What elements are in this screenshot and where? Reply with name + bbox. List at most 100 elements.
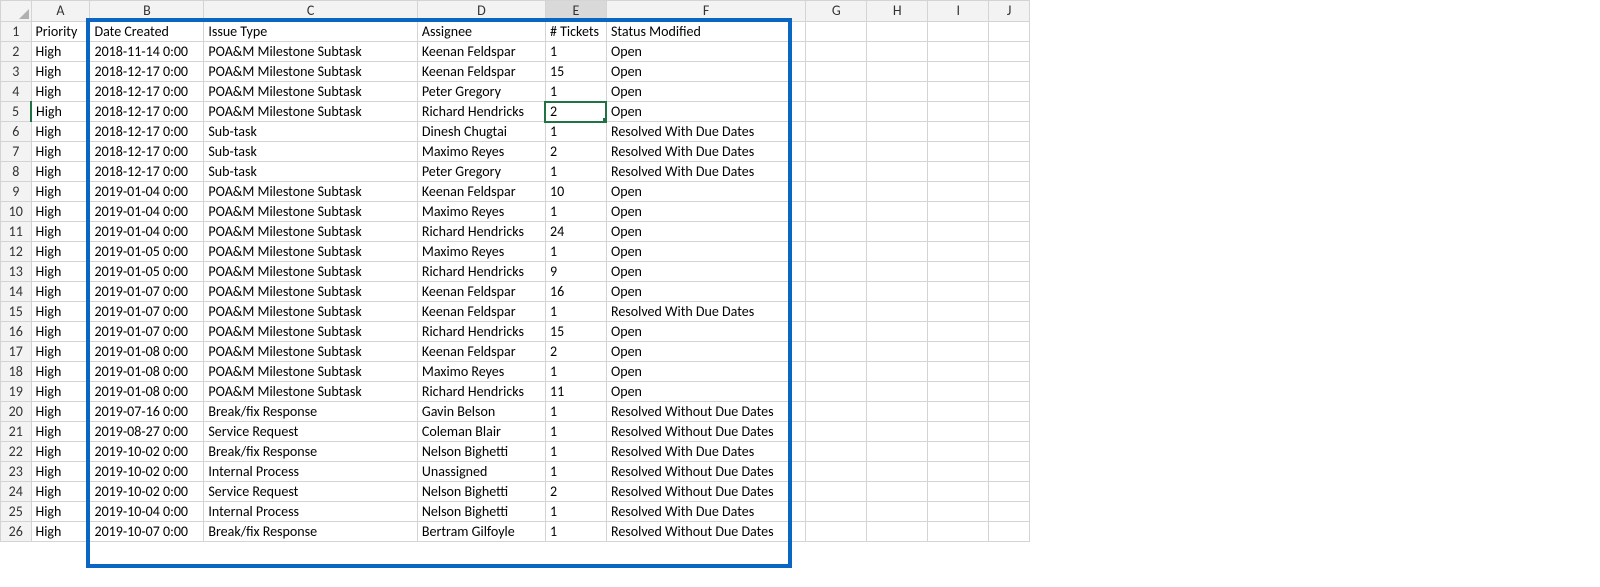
cell[interactable]: 2018-12-17 0:00 [90, 142, 204, 162]
cell[interactable]: 1 [545, 522, 606, 542]
cell[interactable]: # Tickets [545, 21, 606, 42]
cell[interactable]: 1 [545, 362, 606, 382]
spreadsheet-grid[interactable]: A B C D E F G H I J 1PriorityDate Create… [0, 0, 1030, 542]
cell[interactable]: Sub-task [204, 122, 418, 142]
cell[interactable]: Resolved Without Due Dates [606, 462, 805, 482]
cell[interactable] [928, 342, 989, 362]
cell[interactable]: Open [606, 82, 805, 102]
cell[interactable]: High [31, 522, 90, 542]
cell[interactable] [867, 102, 928, 122]
cell[interactable]: Open [606, 102, 805, 122]
cell[interactable]: Resolved With Due Dates [606, 302, 805, 322]
cell[interactable] [867, 122, 928, 142]
col-header-B[interactable]: B [90, 1, 204, 22]
cell[interactable] [928, 182, 989, 202]
cell[interactable]: 2019-10-04 0:00 [90, 502, 204, 522]
cell[interactable]: Open [606, 62, 805, 82]
row-header[interactable]: 19 [1, 382, 32, 402]
cell-active[interactable]: 2 [545, 102, 606, 122]
cell[interactable]: Keenan Feldspar [417, 62, 545, 82]
cell[interactable]: 2019-01-07 0:00 [90, 302, 204, 322]
cell[interactable] [989, 262, 1030, 282]
cell[interactable]: POA&M Milestone Subtask [204, 42, 418, 62]
cell[interactable] [928, 302, 989, 322]
cell[interactable]: 1 [545, 422, 606, 442]
cell[interactable]: POA&M Milestone Subtask [204, 322, 418, 342]
cell[interactable]: Resolved With Due Dates [606, 502, 805, 522]
cell[interactable] [806, 242, 867, 262]
cell[interactable]: Break/fix Response [204, 522, 418, 542]
cell[interactable] [928, 382, 989, 402]
cell[interactable]: Open [606, 42, 805, 62]
cell[interactable] [989, 342, 1030, 362]
cell[interactable] [928, 522, 989, 542]
cell[interactable]: POA&M Milestone Subtask [204, 282, 418, 302]
cell[interactable]: POA&M Milestone Subtask [204, 102, 418, 122]
cell[interactable]: 2 [545, 482, 606, 502]
cell[interactable]: High [31, 222, 90, 242]
cell[interactable]: 2019-07-16 0:00 [90, 402, 204, 422]
col-header-C[interactable]: C [204, 1, 418, 22]
cell[interactable] [806, 522, 867, 542]
cell[interactable] [989, 502, 1030, 522]
cell[interactable] [867, 422, 928, 442]
cell[interactable]: High [31, 462, 90, 482]
cell[interactable]: Peter Gregory [417, 162, 545, 182]
cell[interactable]: Date Created [90, 21, 204, 42]
cell[interactable] [928, 282, 989, 302]
cell[interactable]: Service Request [204, 482, 418, 502]
cell[interactable]: POA&M Milestone Subtask [204, 262, 418, 282]
cell[interactable] [867, 142, 928, 162]
cell[interactable]: 2019-10-02 0:00 [90, 462, 204, 482]
cell[interactable]: Open [606, 382, 805, 402]
cell[interactable]: High [31, 202, 90, 222]
cell[interactable]: 1 [545, 442, 606, 462]
cell[interactable]: 15 [545, 322, 606, 342]
cell[interactable] [928, 162, 989, 182]
cell[interactable]: 2 [545, 142, 606, 162]
cell[interactable]: 2019-01-04 0:00 [90, 222, 204, 242]
cell[interactable]: POA&M Milestone Subtask [204, 182, 418, 202]
cell[interactable] [867, 522, 928, 542]
cell[interactable] [806, 202, 867, 222]
cell[interactable]: Nelson Bighetti [417, 442, 545, 462]
cell[interactable]: Open [606, 242, 805, 262]
cell[interactable]: 2018-12-17 0:00 [90, 62, 204, 82]
cell[interactable]: Open [606, 362, 805, 382]
row-header[interactable]: 25 [1, 502, 32, 522]
cell[interactable] [928, 122, 989, 142]
cell[interactable]: 1 [545, 402, 606, 422]
row-header[interactable]: 26 [1, 522, 32, 542]
cell[interactable]: 9 [545, 262, 606, 282]
cell[interactable] [989, 422, 1030, 442]
col-header-I[interactable]: I [928, 1, 989, 22]
cell[interactable]: Open [606, 322, 805, 342]
cell[interactable] [989, 322, 1030, 342]
cell[interactable]: POA&M Milestone Subtask [204, 302, 418, 322]
cell[interactable] [867, 182, 928, 202]
cell[interactable]: 1 [545, 82, 606, 102]
row-header[interactable]: 13 [1, 262, 32, 282]
row-header[interactable]: 10 [1, 202, 32, 222]
cell[interactable]: Resolved Without Due Dates [606, 402, 805, 422]
cell[interactable]: POA&M Milestone Subtask [204, 362, 418, 382]
cell[interactable]: 2018-11-14 0:00 [90, 42, 204, 62]
cell[interactable]: POA&M Milestone Subtask [204, 242, 418, 262]
cell[interactable]: High [31, 402, 90, 422]
cell[interactable]: Open [606, 282, 805, 302]
cell[interactable]: Maximo Reyes [417, 242, 545, 262]
cell[interactable]: 2019-10-02 0:00 [90, 482, 204, 502]
cell[interactable]: 2018-12-17 0:00 [90, 122, 204, 142]
row-header[interactable]: 14 [1, 282, 32, 302]
cell[interactable]: High [31, 82, 90, 102]
col-header-J[interactable]: J [989, 1, 1030, 22]
cell[interactable]: POA&M Milestone Subtask [204, 62, 418, 82]
cell[interactable]: 2018-12-17 0:00 [90, 162, 204, 182]
cell[interactable]: Internal Process [204, 462, 418, 482]
row-header[interactable]: 17 [1, 342, 32, 362]
cell[interactable]: High [31, 382, 90, 402]
cell[interactable] [806, 482, 867, 502]
cell[interactable] [989, 402, 1030, 422]
cell[interactable] [806, 42, 867, 62]
cell[interactable]: Assignee [417, 21, 545, 42]
